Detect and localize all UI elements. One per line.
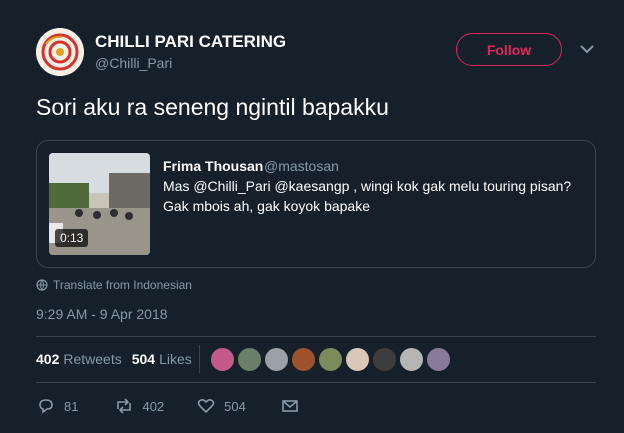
tweet-text: Sori aku ra seneng ngintil bapakku (36, 94, 389, 120)
retweet-icon (117, 398, 132, 414)
heart-icon (197, 398, 215, 414)
liker-avatar[interactable] (264, 347, 289, 372)
chevron-down-icon[interactable] (578, 40, 596, 58)
liker-avatar[interactable] (426, 347, 451, 372)
liker-avatar[interactable] (318, 347, 343, 372)
reply-icon (39, 399, 53, 414)
translate-label: Translate from Indonesian (53, 278, 192, 292)
liker-avatar[interactable] (399, 347, 424, 372)
liker-avatar[interactable] (372, 347, 397, 372)
stats-separator (199, 345, 200, 373)
retweet-button[interactable]: 402 (114, 396, 164, 416)
retweet-action-count: 402 (142, 398, 165, 414)
quoted-tweet[interactable]: 0:13 Frima Thousan @mastosan Mas @Chilli… (36, 140, 596, 268)
video-duration: 0:13 (55, 229, 89, 247)
author-handle[interactable]: @Chilli_Pari (95, 55, 172, 71)
divider (36, 382, 596, 383)
like-action-count: 504 (224, 398, 246, 414)
author-name[interactable]: CHILLI PARI CATERING (95, 32, 286, 52)
quoted-text-line-1: Mas @Chilli_Pari @kaesangp , wingi kok g… (163, 178, 572, 194)
tweet-timestamp[interactable]: 9:29 AM - 9 Apr 2018 (36, 306, 168, 322)
like-button[interactable]: 504 (196, 396, 246, 416)
quoted-author-name[interactable]: Frima Thousan (163, 158, 263, 174)
globe-icon (36, 279, 48, 291)
retweet-count[interactable]: 402 (36, 351, 59, 367)
like-label[interactable]: Likes (159, 351, 192, 367)
divider (36, 336, 596, 337)
liker-avatar[interactable] (291, 347, 316, 372)
tweet-actions: 81 402 504 (36, 396, 300, 416)
liker-avatar[interactable] (237, 347, 262, 372)
envelope-icon (282, 400, 298, 412)
liker-avatar[interactable] (210, 347, 235, 372)
video-thumbnail[interactable]: 0:13 (49, 153, 150, 255)
liker-avatars (210, 347, 451, 372)
reply-button[interactable]: 81 (36, 396, 78, 416)
liker-avatar[interactable] (345, 347, 370, 372)
message-button[interactable] (280, 396, 300, 416)
quoted-author-handle[interactable]: @mastosan (264, 158, 339, 174)
reply-count: 81 (64, 398, 79, 414)
like-count[interactable]: 504 (132, 351, 155, 367)
quoted-text-line-2: Gak mbois ah, gak koyok bapake (163, 198, 371, 214)
engagement-stats: 402 Retweets 504 Likes (36, 351, 192, 367)
follow-button[interactable]: Follow (456, 33, 562, 66)
translate-link[interactable]: Translate from Indonesian (36, 278, 192, 292)
retweet-label[interactable]: Retweets (63, 351, 121, 367)
author-avatar[interactable] (36, 28, 84, 76)
